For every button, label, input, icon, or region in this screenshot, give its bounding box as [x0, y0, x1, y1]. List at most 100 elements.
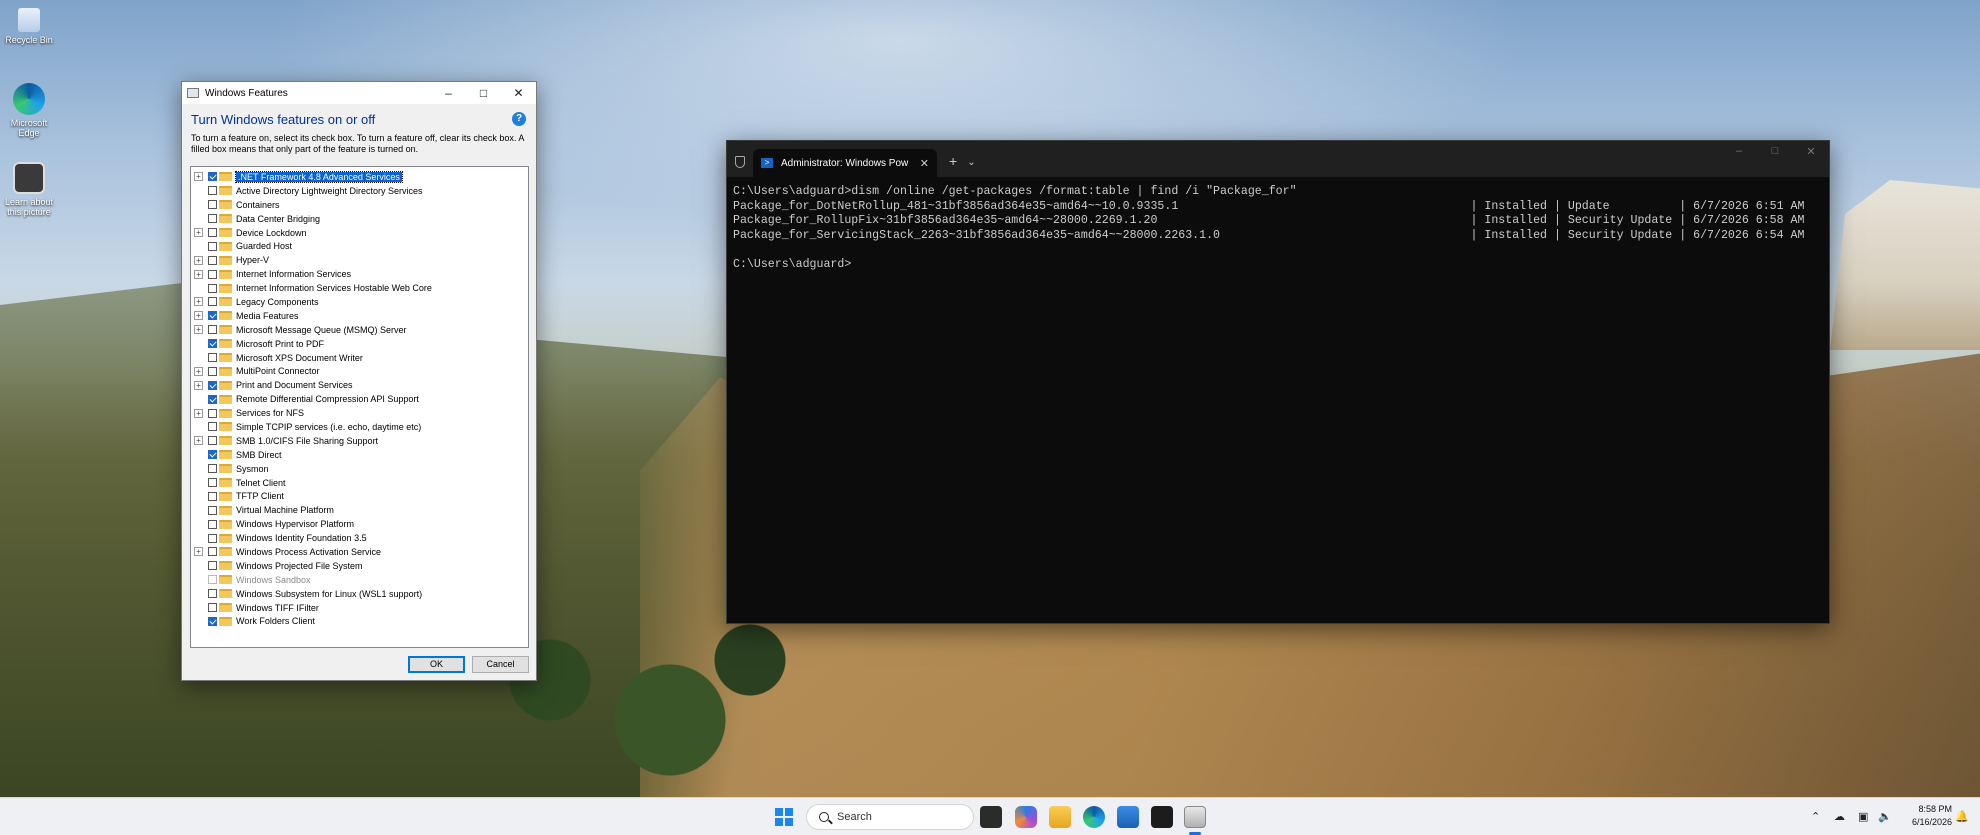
feature-checkbox[interactable]	[208, 297, 217, 307]
feature-row[interactable]: Containers	[191, 198, 528, 212]
feature-checkbox[interactable]	[208, 464, 217, 474]
feature-checkbox[interactable]	[208, 200, 217, 210]
desktop-icon-learn-picture[interactable]: Learn about this picture	[2, 162, 56, 217]
feature-row[interactable]: TFTP Client	[191, 489, 528, 503]
feature-row[interactable]: Remote Differential Compression API Supp…	[191, 392, 528, 406]
feature-checkbox[interactable]	[208, 436, 217, 446]
chevron-up-icon[interactable]: ⌃	[1811, 810, 1820, 823]
feature-row[interactable]: Guarded Host	[191, 239, 528, 253]
feature-row[interactable]: + SMB 1.0/CIFS File Sharing Support	[191, 434, 528, 448]
desktop-icon-edge[interactable]: Microsoft Edge	[2, 83, 56, 138]
feature-checkbox[interactable]	[208, 214, 217, 224]
feature-tree[interactable]: + .NET Framework 4.8 Advanced Services Act…	[190, 166, 529, 648]
expand-icon[interactable]: +	[194, 408, 203, 418]
feature-row[interactable]: + Hyper-V	[191, 253, 528, 267]
maximize-button[interactable]: □	[466, 86, 501, 100]
feature-checkbox[interactable]	[208, 380, 217, 390]
feature-checkbox[interactable]	[208, 228, 217, 237]
network-icon[interactable]: ▣	[1858, 810, 1868, 823]
feature-row[interactable]: Windows Hypervisor Platform	[191, 517, 528, 531]
feature-row[interactable]: Windows TIFF IFilter	[191, 601, 528, 615]
minimize-button[interactable]: –	[1721, 145, 1757, 158]
expand-icon[interactable]: +	[194, 297, 203, 307]
expand-icon[interactable]: +	[194, 228, 203, 237]
maximize-button[interactable]: □	[1757, 145, 1793, 158]
ok-button[interactable]: OK	[408, 656, 465, 673]
feature-row[interactable]: + Services for NFS	[191, 406, 528, 420]
feature-checkbox[interactable]	[208, 311, 217, 321]
feature-checkbox[interactable]	[208, 339, 217, 349]
feature-checkbox[interactable]	[208, 172, 217, 182]
feature-row[interactable]: Windows Sandbox	[191, 573, 528, 587]
expand-icon[interactable]: +	[194, 311, 203, 321]
feature-row[interactable]: + Media Features	[191, 309, 528, 323]
feature-row[interactable]: Simple TCPIP services (i.e. echo, daytim…	[191, 420, 528, 434]
feature-checkbox[interactable]	[208, 394, 217, 404]
feature-row[interactable]: Sysmon	[191, 462, 528, 476]
start-button[interactable]	[775, 808, 793, 826]
feature-checkbox[interactable]	[208, 491, 217, 501]
minimize-button[interactable]: –	[431, 86, 466, 100]
feature-row[interactable]: Microsoft Print to PDF	[191, 337, 528, 351]
feature-row[interactable]: + Windows Process Activation Service	[191, 545, 528, 559]
feature-row[interactable]: SMB Direct	[191, 448, 528, 462]
feature-checkbox[interactable]	[208, 269, 217, 279]
feature-row[interactable]: Microsoft XPS Document Writer	[191, 351, 528, 365]
help-icon[interactable]: ?	[512, 112, 526, 126]
close-tab-icon[interactable]: ✕	[920, 157, 929, 170]
notification-icon[interactable]: 🔔	[1955, 810, 1969, 823]
expand-icon[interactable]: +	[194, 436, 203, 446]
feature-checkbox[interactable]	[208, 478, 217, 488]
feature-row[interactable]: Windows Projected File System	[191, 559, 528, 573]
edge-icon[interactable]	[1083, 806, 1105, 828]
terminal-icon[interactable]	[1151, 806, 1173, 828]
copilot-icon[interactable]	[1015, 806, 1037, 828]
feature-row[interactable]: + .NET Framework 4.8 Advanced Services	[191, 170, 528, 184]
feature-checkbox[interactable]	[208, 616, 217, 626]
feature-checkbox[interactable]	[208, 255, 217, 265]
expand-icon[interactable]: +	[194, 172, 203, 182]
chevron-down-icon[interactable]: ⌄	[967, 157, 975, 168]
feature-row[interactable]: + MultiPoint Connector	[191, 364, 528, 378]
feature-checkbox[interactable]	[208, 241, 217, 251]
desktop-icon-recycle-bin[interactable]: Recycle Bin	[2, 8, 56, 45]
feature-row[interactable]: Internet Information Services Hostable W…	[191, 281, 528, 295]
terminal-title-bar[interactable]: > Administrator: Windows Pow ✕ + ⌄ – □ ✕	[727, 141, 1829, 177]
file-explorer-icon[interactable]	[1049, 806, 1071, 828]
feature-checkbox[interactable]	[208, 603, 217, 613]
expand-icon[interactable]: +	[194, 366, 203, 376]
feature-row[interactable]: Windows Identity Foundation 3.5	[191, 531, 528, 545]
close-button[interactable]: ✕	[501, 86, 536, 100]
search-box[interactable]: Search	[806, 804, 974, 830]
feature-checkbox[interactable]	[208, 561, 217, 571]
clock[interactable]: 8:58 PM 6/16/2026	[1898, 803, 1952, 829]
feature-checkbox[interactable]	[208, 366, 217, 376]
terminal-tab[interactable]: > Administrator: Windows Pow ✕	[753, 149, 937, 177]
feature-row[interactable]: Windows Subsystem for Linux (WSL1 suppor…	[191, 587, 528, 601]
title-bar[interactable]: Windows Features – □ ✕	[182, 82, 536, 104]
feature-row[interactable]: Work Folders Client	[191, 615, 528, 629]
feature-row[interactable]: + Device Lockdown	[191, 226, 528, 240]
feature-checkbox[interactable]	[208, 533, 217, 543]
cloud-icon[interactable]: ☁	[1834, 810, 1845, 823]
file-explorer-dark-icon[interactable]	[980, 806, 1002, 828]
feature-checkbox[interactable]	[208, 353, 217, 363]
feature-checkbox[interactable]	[208, 450, 217, 460]
feature-checkbox[interactable]	[208, 589, 217, 599]
feature-row[interactable]: + Print and Document Services	[191, 378, 528, 392]
feature-row[interactable]: Data Center Bridging	[191, 212, 528, 226]
features-icon[interactable]	[1184, 806, 1206, 828]
feature-row[interactable]: Active Directory Lightweight Directory S…	[191, 184, 528, 198]
feature-checkbox[interactable]	[208, 422, 217, 432]
expand-icon[interactable]: +	[194, 380, 203, 390]
close-button[interactable]: ✕	[1793, 145, 1829, 158]
expand-icon[interactable]: +	[194, 269, 203, 279]
feature-checkbox[interactable]	[208, 283, 217, 293]
feature-checkbox[interactable]	[208, 547, 217, 557]
feature-row[interactable]: + Internet Information Services	[191, 267, 528, 281]
feature-checkbox[interactable]	[208, 325, 217, 335]
feature-row[interactable]: + Microsoft Message Queue (MSMQ) Server	[191, 323, 528, 337]
volume-icon[interactable]: 🔈	[1878, 810, 1892, 823]
new-tab-button[interactable]: +	[949, 153, 957, 169]
feature-row[interactable]: + Legacy Components	[191, 295, 528, 309]
